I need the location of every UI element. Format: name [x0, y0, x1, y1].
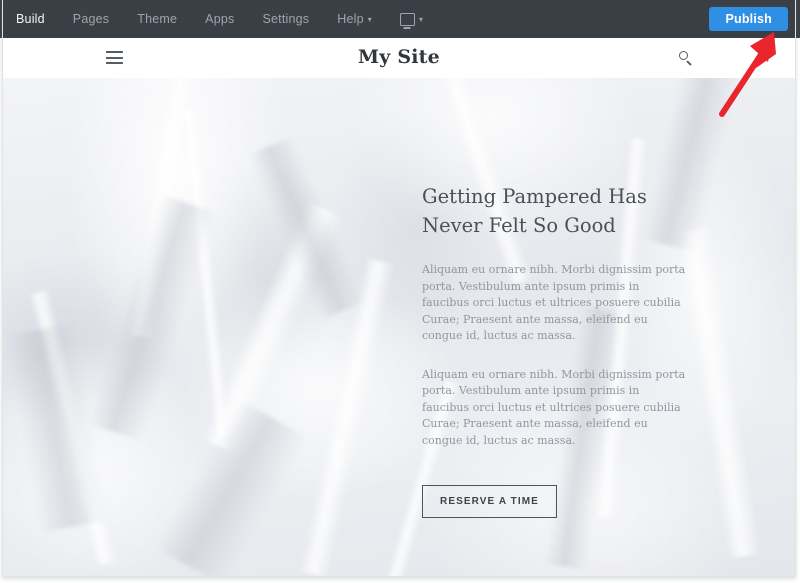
hero-content: Getting Pampered Has Never Felt So Good … — [422, 182, 690, 518]
toolbar-item-build-label: Build — [16, 12, 45, 26]
toolbar-item-theme-label: Theme — [137, 12, 178, 26]
device-preview-selector[interactable]: ▾ — [399, 12, 423, 26]
toolbar-item-apps[interactable]: Apps — [205, 12, 234, 26]
screenshot-root: Build Pages Theme Apps Settings Help ▾ ▾ … — [0, 0, 800, 583]
search-icon-handle — [686, 59, 692, 65]
site-header: My Site — [2, 38, 796, 78]
search-icon[interactable] — [679, 51, 693, 65]
toolbar-item-theme[interactable]: Theme — [137, 12, 177, 26]
hero-section: Getting Pampered Has Never Felt So Good … — [2, 78, 796, 577]
site-title: My Site — [358, 46, 440, 68]
toolbar-item-help-label: Help — [337, 12, 364, 26]
toolbar-item-apps-label: Apps — [205, 12, 235, 26]
hero-paragraph-1: Aliquam eu ornare nibh. Morbi dignissim … — [422, 263, 686, 342]
toolbar-item-build[interactable]: Build — [16, 12, 45, 26]
toolbar-item-settings-label: Settings — [262, 12, 310, 26]
toolbar-item-help[interactable]: Help ▾ — [337, 12, 372, 26]
publish-button[interactable]: Publish — [709, 7, 788, 31]
editor-toolbar: Build Pages Theme Apps Settings Help ▾ ▾ … — [0, 0, 800, 38]
reserve-a-time-button[interactable]: RESERVE A TIME — [422, 485, 557, 518]
chevron-down-icon: ▾ — [367, 15, 372, 25]
toolbar-item-pages[interactable]: Pages — [73, 12, 109, 26]
hero-paragraph-2: Aliquam eu ornare nibh. Morbi dignissim … — [422, 367, 686, 447]
hero-heading: Getting Pampered Has Never Felt So Good — [422, 185, 647, 237]
search-icon-lens — [679, 51, 688, 60]
toolbar-item-pages-label: Pages — [72, 12, 110, 26]
monitor-icon — [399, 12, 415, 26]
toolbar-item-settings[interactable]: Settings — [262, 12, 309, 26]
chevron-down-icon: ▾ — [418, 14, 423, 24]
